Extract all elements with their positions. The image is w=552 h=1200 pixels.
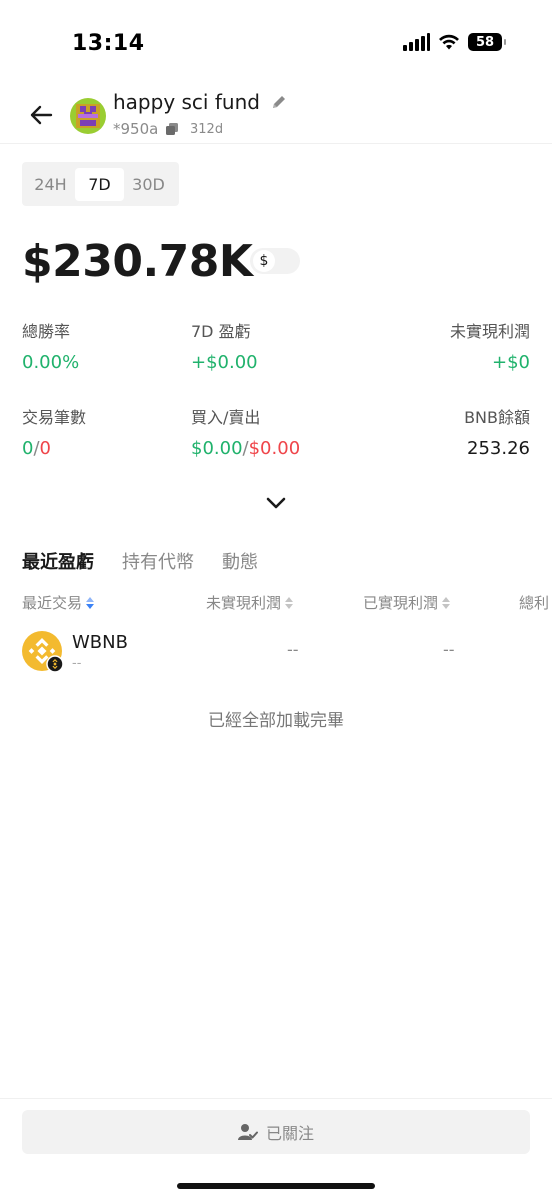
column-recent-trade[interactable]: 最近交易 [22,592,95,613]
buy-sell-value: $0.00/$0.00 [191,438,300,459]
trades-losses: 0 [39,438,51,459]
trades-wins: 0 [22,438,34,459]
back-arrow-icon[interactable] [28,102,54,128]
win-rate-label: 總勝率 [22,322,71,341]
stat-win-rate: 總勝率 0.00% [22,318,79,373]
token-name: WBNB [72,632,128,653]
home-indicator [177,1183,375,1189]
win-rate-value: 0.00% [22,352,80,373]
token-realized: -- [443,640,455,659]
trades-label: 交易筆數 [22,408,87,427]
wallet-address: *950a [113,120,159,138]
table-header: 最近交易 未實現利潤 已實現利潤 總利 [0,592,552,614]
tab-activity[interactable]: 動態 [222,548,258,574]
bnb-token-icon [22,631,64,673]
column-realized[interactable]: 已實現利潤 [363,592,451,613]
wallet-name: happy sci fund [113,90,260,114]
tab-7d[interactable]: 7D [75,167,124,201]
total-balance: $230.78K [22,236,253,287]
wallet-age: 312d [190,122,224,137]
sort-icon [86,596,95,609]
table-row[interactable]: WBNB -- -- -- [0,628,552,678]
column-total[interactable]: 總利 [519,592,549,613]
edit-pencil-icon[interactable] [271,94,287,110]
wifi-icon [439,34,459,50]
following-button[interactable]: 已關注 [22,1110,530,1154]
bottom-bar: 已關注 [0,1098,552,1200]
trades-value: 0/0 [22,438,86,459]
token-subtitle: -- [72,656,82,671]
column-unrealized-label: 未實現利潤 [206,594,282,612]
currency-toggle[interactable]: $ [250,248,300,274]
stat-buy-sell: 買入/賣出 $0.00/$0.00 [191,404,300,459]
token-unrealized: -- [287,640,299,659]
wallet-avatar [70,98,106,134]
pnl-value: +$0.00 [191,352,258,373]
bnb-balance-value: 253.26 [467,438,530,459]
tab-30d[interactable]: 30D [124,168,173,201]
time-range-tabs: 24H 7D 30D [22,162,179,206]
buy-value: $0.00 [191,438,243,459]
column-unrealized[interactable]: 未實現利潤 [206,592,294,613]
status-time: 13:14 [72,31,145,56]
tab-24h[interactable]: 24H [26,168,75,201]
stat-bnb-balance: BNB餘額 253.26 [464,404,530,459]
sort-icon [285,596,294,609]
sell-value: $0.00 [248,438,301,459]
currency-symbol: $ [253,250,275,272]
unrealized-label: 未實現利潤 [449,322,530,341]
all-loaded-message: 已經全部加載完畢 [208,711,344,731]
pnl-label: 7D 盈虧 [191,322,251,341]
unrealized-value: +$0 [492,352,530,373]
wallet-header: happy sci fund *950a 312d [0,90,552,144]
tab-holdings[interactable]: 持有代幣 [122,548,194,574]
bnb-balance-label: BNB餘額 [464,408,530,427]
copy-icon[interactable] [166,123,178,135]
user-check-icon [237,1124,258,1140]
sort-icon [442,596,451,609]
chevron-down-icon[interactable] [265,496,287,510]
tab-recent-pnl[interactable]: 最近盈虧 [22,548,94,574]
buy-sell-label: 買入/賣出 [191,408,261,427]
stat-unrealized: 未實現利潤 +$0 [450,318,530,373]
column-recent-trade-label: 最近交易 [22,594,83,612]
section-tabs: 最近盈虧 持有代幣 動態 [22,548,258,574]
column-total-label: 總利 [519,594,550,612]
cellular-signal-icon [403,33,430,51]
stat-pnl: 7D 盈虧 +$0.00 [191,318,258,373]
column-realized-label: 已實現利潤 [363,594,439,612]
status-icons: 58 [403,33,506,51]
battery-icon: 58 [468,33,506,51]
stat-trades: 交易筆數 0/0 [22,404,86,459]
following-button-label: 已關注 [265,1124,314,1143]
status-bar: 13:14 58 [0,0,552,90]
